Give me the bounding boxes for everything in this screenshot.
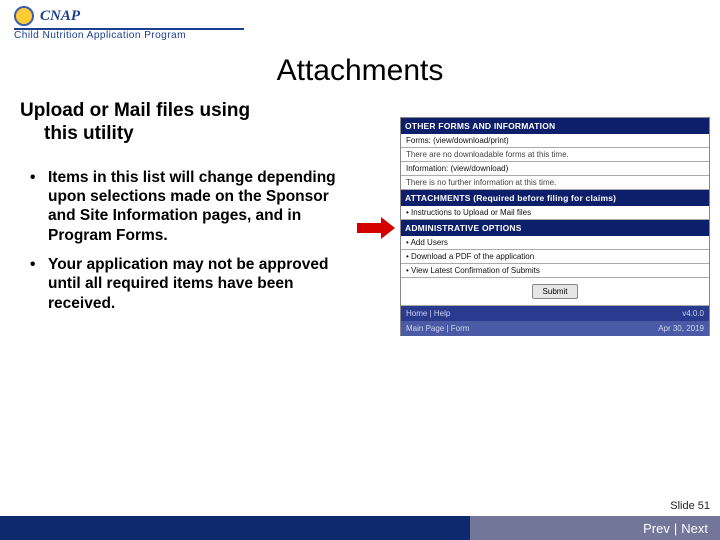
page-title: Attachments bbox=[0, 54, 720, 88]
logo-brand: CNAP bbox=[40, 8, 80, 25]
panel-text: There is no further information at this … bbox=[401, 176, 709, 190]
panel-header-admin-options: ADMINISTRATIVE OPTIONS bbox=[401, 220, 709, 236]
subhead-line2: this utility bbox=[20, 123, 355, 146]
panel-link-download-pdf: • Download a PDF of the application bbox=[401, 250, 709, 264]
panel-text: Forms: (view/download/print) bbox=[401, 134, 709, 148]
callout-arrow-icon bbox=[357, 217, 395, 239]
panel-text: There are no downloadable forms at this … bbox=[401, 148, 709, 162]
panel-footer-left: Home | Help bbox=[401, 306, 555, 321]
panel-link-view-confirmation: • View Latest Confirmation of Submits bbox=[401, 264, 709, 278]
footer-bar: Prev | Next bbox=[0, 516, 720, 540]
logo-icon bbox=[14, 6, 34, 26]
panel-link-add-users: • Add Users bbox=[401, 236, 709, 250]
slide-number: Slide 51 bbox=[670, 500, 710, 512]
prev-button[interactable]: Prev bbox=[643, 521, 670, 536]
panel-text: Information: (view/download) bbox=[401, 162, 709, 176]
panel-header-other-forms: OTHER FORMS AND INFORMATION bbox=[401, 118, 709, 134]
next-button[interactable]: Next bbox=[681, 521, 708, 536]
nav-separator: | bbox=[674, 521, 677, 536]
bullet-list: Items in this list will change depending… bbox=[20, 168, 355, 314]
subhead-line1: Upload or Mail files using bbox=[20, 100, 250, 121]
panel-link-upload-instructions: • Instructions to Upload or Mail files bbox=[401, 206, 709, 220]
submit-button: Submit bbox=[532, 284, 579, 299]
bullet-item: Items in this list will change depending… bbox=[44, 168, 355, 246]
panel-footer-left: Main Page | Form bbox=[401, 321, 555, 336]
logo-subtitle: Child Nutrition Application Program bbox=[14, 30, 244, 41]
panel-header-attachments: ATTACHMENTS (Required before filing for … bbox=[401, 190, 709, 206]
section-subhead: Upload or Mail files using this utility bbox=[20, 100, 355, 146]
screenshot-panel: OTHER FORMS AND INFORMATION Forms: (view… bbox=[400, 117, 710, 336]
panel-footer-right: v4.0.0 bbox=[555, 306, 709, 321]
bullet-item: Your application may not be approved unt… bbox=[44, 255, 355, 313]
app-logo: CNAP Child Nutrition Application Program bbox=[14, 6, 244, 41]
panel-footer-right: Apr 30, 2019 bbox=[555, 321, 709, 336]
